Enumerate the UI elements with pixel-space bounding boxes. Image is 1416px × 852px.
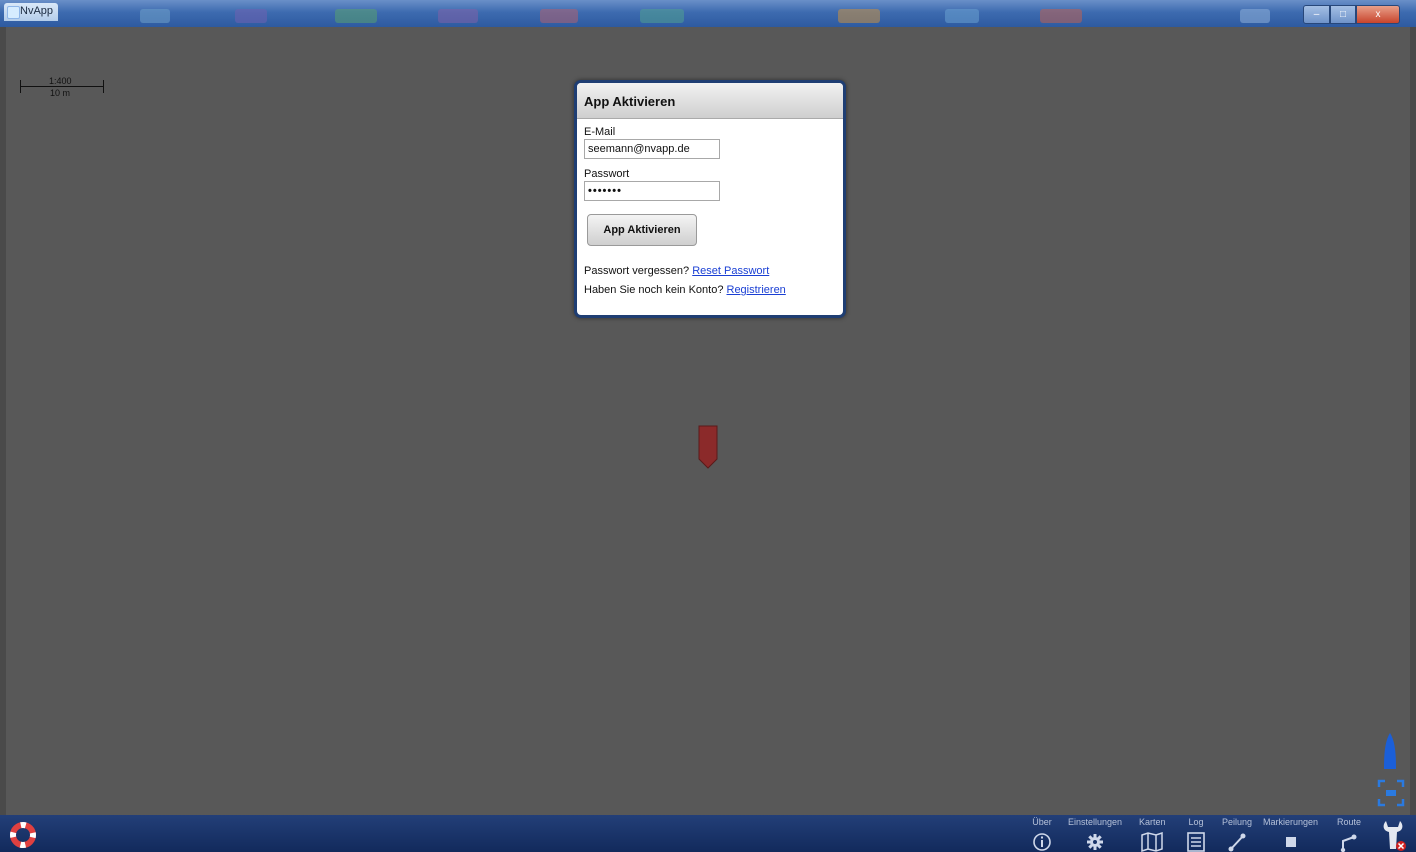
- dialog-title: App Aktivieren: [584, 94, 676, 109]
- register-row: Haben Sie noch kein Konto? Registrieren: [584, 284, 836, 297]
- toolbar-item-log[interactable]: Log: [1186, 817, 1206, 852]
- window-controls: – □ x: [1303, 5, 1400, 24]
- background-blur: [438, 9, 478, 23]
- password-label: Passwort: [584, 168, 630, 180]
- password-field[interactable]: [584, 181, 720, 201]
- toolbar-item-markierungen[interactable]: Markierungen: [1263, 817, 1318, 852]
- info-icon: [1033, 833, 1051, 851]
- dialog-body: E-Mail Passwort App Aktivieren Passwort …: [577, 119, 843, 297]
- background-blur: [140, 9, 170, 23]
- scale-tick-right: [103, 80, 104, 93]
- register-link[interactable]: Registrieren: [727, 284, 786, 296]
- background-blur: [838, 9, 880, 23]
- toolbar-label: Karten: [1139, 817, 1166, 827]
- bottom-toolbar: Über Einstellungen Karten Log Peilung Ma…: [0, 815, 1416, 852]
- toolbar-item-ueber[interactable]: Über: [1032, 817, 1052, 852]
- background-blur: [1040, 9, 1082, 23]
- email-label: E-Mail: [584, 126, 616, 138]
- scale-ratio: 1:400: [49, 76, 72, 86]
- background-blur: [640, 9, 684, 23]
- activation-dialog: App Aktivieren E-Mail Passwort App Aktiv…: [574, 80, 846, 318]
- email-field[interactable]: [584, 139, 720, 159]
- route-icon: [1340, 834, 1357, 852]
- dialog-header: App Aktivieren: [577, 83, 843, 119]
- minimize-button[interactable]: –: [1303, 5, 1330, 24]
- toolbar-label: Markierungen: [1263, 817, 1319, 827]
- activate-button[interactable]: App Aktivieren: [587, 214, 697, 246]
- scale-distance: 10 m: [50, 88, 71, 98]
- background-blur: [335, 9, 377, 23]
- background-blur: [235, 9, 267, 23]
- background-blur: [945, 9, 979, 23]
- app-icon: [7, 6, 20, 19]
- lifebuoy-icon[interactable]: [10, 822, 36, 848]
- boat-follow-icon[interactable]: [1383, 733, 1397, 771]
- marker-icon: [1285, 837, 1296, 847]
- bearing-icon: [1228, 833, 1246, 852]
- toolbar-item-route[interactable]: Route: [1337, 817, 1361, 852]
- forgot-password-row: Passwort vergessen? Reset Passwort: [584, 265, 836, 278]
- wrench-icon[interactable]: [1381, 819, 1407, 851]
- scale-bar: 1:400 10 m: [20, 76, 104, 98]
- toolbar-label: Peilung: [1222, 817, 1253, 827]
- toolbar-label: Route: [1337, 817, 1362, 827]
- toolbar-label: Über: [1032, 817, 1052, 827]
- toolbar-label: Log: [1188, 817, 1204, 827]
- gear-icon: [1087, 834, 1104, 850]
- scale-line: [20, 86, 104, 87]
- forgot-password-text: Passwort vergessen?: [584, 265, 690, 277]
- center-map-icon[interactable]: [1377, 779, 1405, 807]
- window-title: NvApp: [20, 5, 54, 17]
- window-title-bar: NvApp – □ x: [0, 0, 1416, 27]
- toolbar-item-einstellungen[interactable]: Einstellungen: [1068, 817, 1122, 852]
- boat-position-icon: [698, 425, 718, 469]
- close-button[interactable]: x: [1356, 5, 1400, 24]
- maximize-button[interactable]: □: [1330, 5, 1356, 24]
- scale-tick-left: [20, 80, 21, 93]
- register-text: Haben Sie noch kein Konto?: [584, 284, 724, 296]
- log-icon: [1187, 832, 1205, 852]
- reset-password-link[interactable]: Reset Passwort: [692, 265, 769, 277]
- toolbar-item-karten[interactable]: Karten: [1139, 817, 1166, 852]
- map-icon: [1141, 832, 1164, 852]
- toolbar-label: Einstellungen: [1068, 817, 1123, 827]
- background-blur: [540, 9, 578, 23]
- toolbar-item-peilung[interactable]: Peilung: [1222, 817, 1252, 852]
- background-blur: [1240, 9, 1270, 23]
